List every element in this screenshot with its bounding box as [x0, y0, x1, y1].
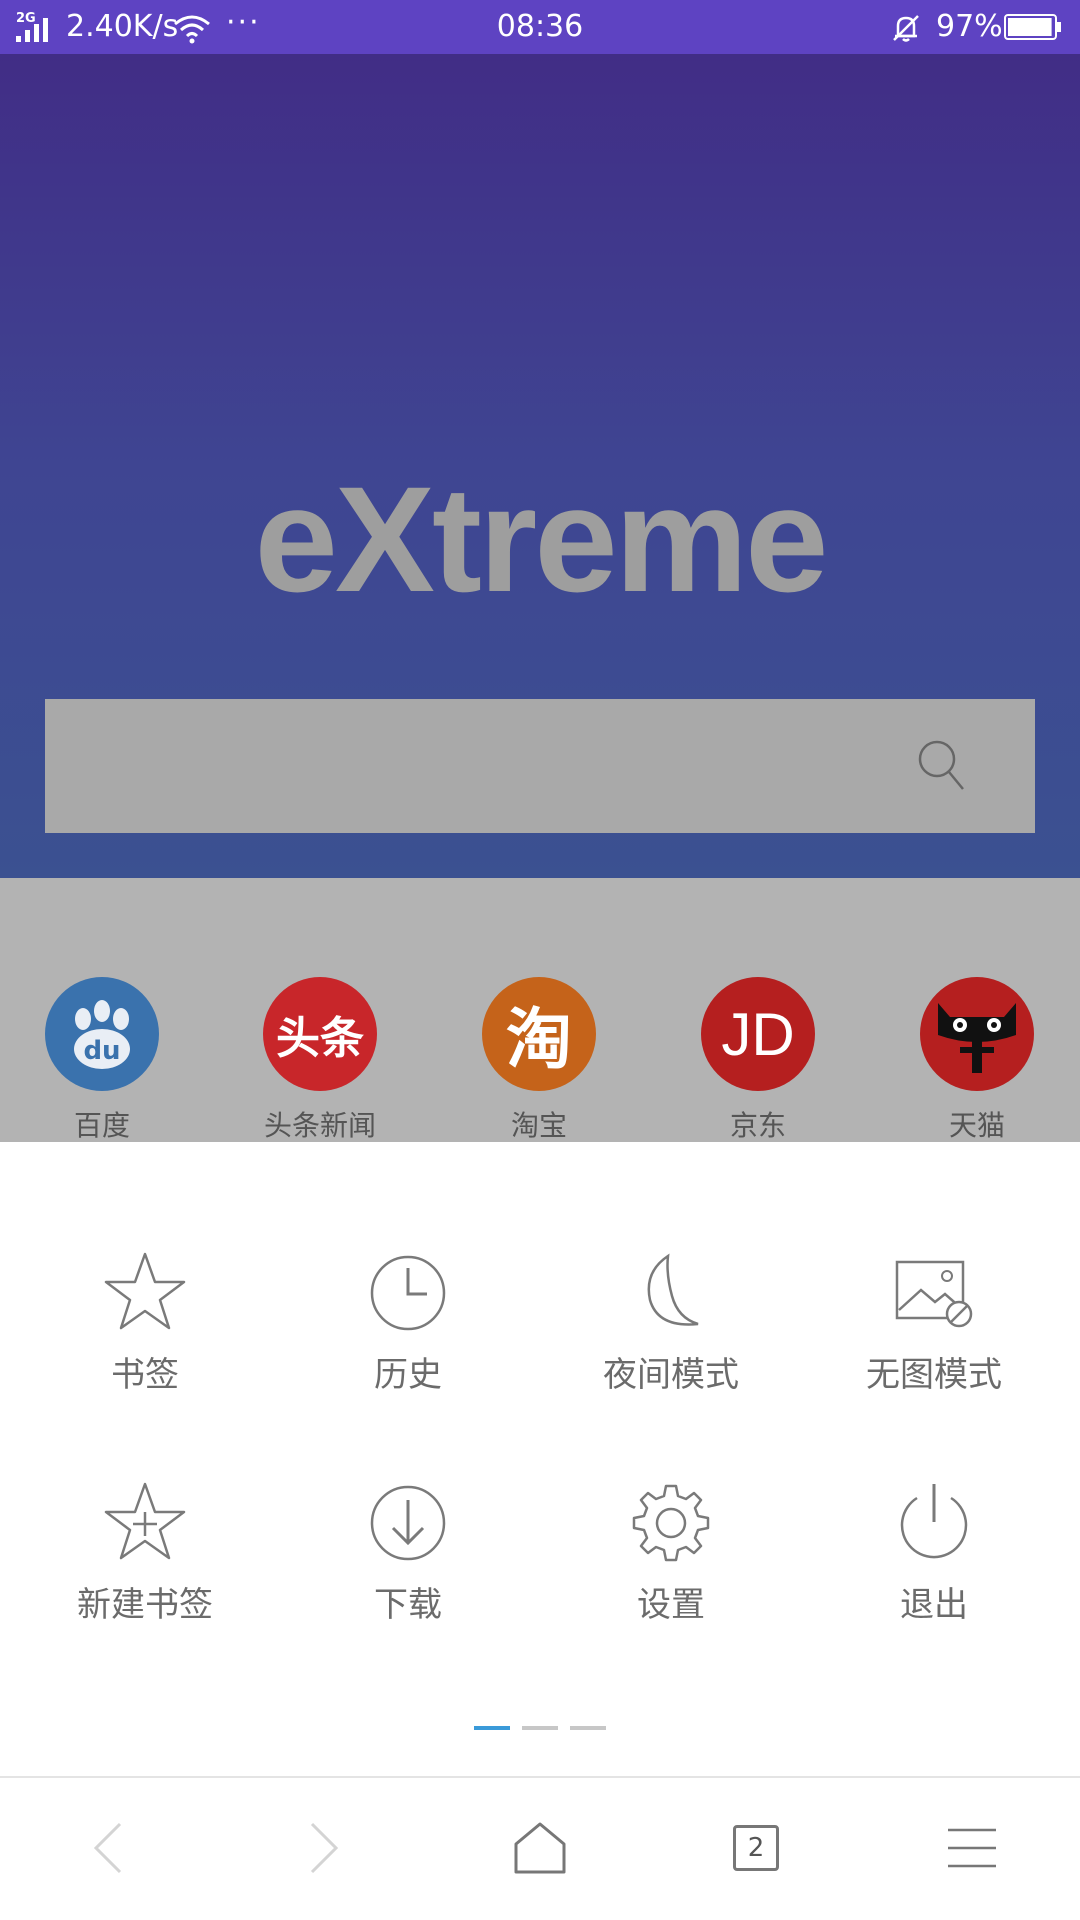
page-dot [522, 1726, 558, 1730]
page-indicator [474, 1726, 606, 1730]
toutiao-logo-text: 头条 [276, 1013, 364, 1064]
menu-item-label: 设置 [637, 1585, 705, 1625]
tabs-count: 2 [733, 1825, 779, 1871]
home-icon [514, 1822, 566, 1874]
chevron-right-icon [310, 1822, 339, 1874]
menu-sheet: 书签 历史 夜间模式 无图模式 新建书签 下载 设置 退出 [0, 1142, 1080, 1776]
menu-item-history[interactable]: 历史 [278, 1250, 538, 1430]
baidu-logo-icon: du [45, 977, 159, 1091]
search-bar[interactable] [45, 699, 1035, 833]
toutiao-logo-icon: 头条 [263, 977, 377, 1091]
quick-link-label: 天猫 [948, 1109, 1005, 1142]
chevron-left-icon [93, 1822, 122, 1874]
menu-item-label: 无图模式 [866, 1355, 1002, 1395]
menu-item-label: 书签 [111, 1355, 179, 1395]
menu-item-label: 下载 [374, 1585, 442, 1625]
quick-link-jd[interactable]: JD 京东 [658, 977, 858, 1147]
hero-section: eXtreme [0, 54, 1080, 878]
quick-link-baidu[interactable]: du 百度 [2, 977, 202, 1147]
page-dot [474, 1726, 510, 1730]
gear-icon [632, 1484, 710, 1562]
download-icon [370, 1485, 446, 1561]
power-icon [900, 1484, 968, 1559]
clock-icon [370, 1255, 446, 1331]
menu-item-label: 历史 [374, 1355, 442, 1395]
taobao-logo-text: 淘 [506, 1001, 572, 1078]
quick-link-label: 京东 [729, 1109, 786, 1142]
quick-link-tmall[interactable]: 天猫 [877, 977, 1077, 1147]
menu-item-exit[interactable]: 退出 [804, 1480, 1064, 1660]
moon-icon [647, 1253, 699, 1326]
quick-link-toutiao[interactable]: 头条 头条新闻 [220, 977, 420, 1147]
star-plus-icon [104, 1482, 186, 1560]
menu-item-label: 新建书签 [77, 1585, 213, 1625]
forward-button[interactable] [284, 1808, 364, 1888]
quick-links: du 百度 头条 头条新闻 淘 淘宝 JD 京东 天猫 [0, 878, 1080, 1142]
bell-muted-icon [893, 15, 919, 42]
menu-item-label: 夜间模式 [603, 1355, 739, 1395]
page-dot [570, 1726, 606, 1730]
tmall-logo-icon [920, 977, 1034, 1091]
taobao-logo-icon: 淘 [482, 977, 596, 1091]
jd-logo-icon: JD [701, 977, 815, 1091]
menu-item-new-bookmark[interactable]: 新建书签 [15, 1480, 275, 1660]
menu-item-night-mode[interactable]: 夜间模式 [541, 1250, 801, 1430]
back-button[interactable] [68, 1808, 148, 1888]
app-logo: eXtreme [254, 455, 828, 623]
quick-link-label: 头条新闻 [263, 1109, 376, 1142]
menu-button[interactable] [932, 1808, 1012, 1888]
status-bar: 2G 2.40K/s ··· 08:36 97% [0, 0, 1080, 54]
menu-item-bookmarks[interactable]: 书签 [15, 1250, 275, 1430]
battery-icon [1004, 14, 1061, 40]
home-button[interactable] [500, 1808, 580, 1888]
tabs-button[interactable]: 2 [716, 1808, 796, 1888]
menu-item-settings[interactable]: 设置 [541, 1480, 801, 1660]
menu-item-no-image-mode[interactable]: 无图模式 [804, 1250, 1064, 1430]
baidu-logo-text: du [83, 1036, 120, 1066]
menu-item-downloads[interactable]: 下载 [278, 1480, 538, 1660]
menu-item-label: 退出 [900, 1585, 968, 1625]
star-icon [104, 1252, 186, 1330]
quick-link-taobao[interactable]: 淘 淘宝 [439, 977, 639, 1147]
battery-percent: 97% [936, 9, 1003, 44]
bottom-nav: 2 [0, 1776, 1080, 1920]
hamburger-menu-icon [948, 1828, 996, 1868]
quick-link-label: 淘宝 [510, 1109, 567, 1142]
search-input[interactable] [45, 699, 925, 833]
search-icon[interactable] [917, 739, 967, 793]
jd-logo-text: JD [721, 1000, 795, 1068]
no-image-icon [895, 1260, 973, 1328]
quick-link-label: 百度 [73, 1109, 130, 1142]
